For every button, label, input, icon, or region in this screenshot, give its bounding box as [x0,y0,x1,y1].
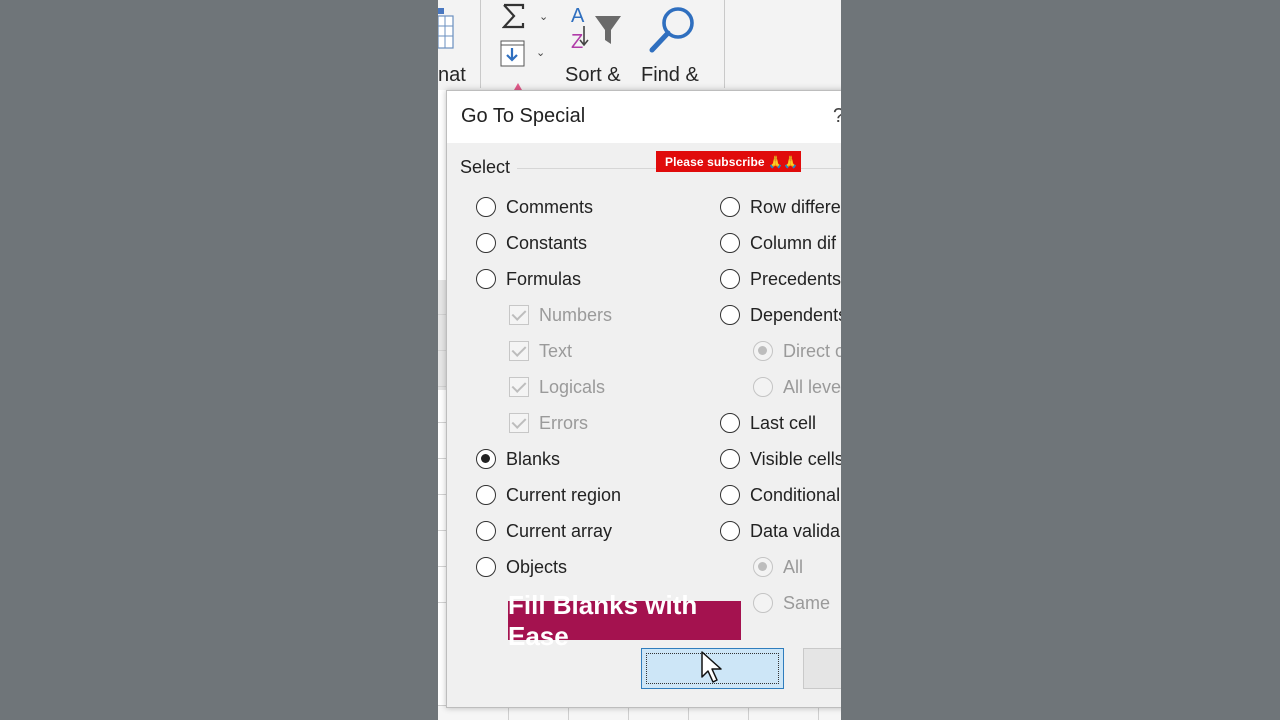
radio-current-region[interactable] [476,485,496,505]
checkbox-box [509,377,529,397]
help-button[interactable]: ? [833,105,841,128]
ribbon-separator [480,0,481,88]
cancel-button[interactable] [803,648,841,689]
checkbox-text: Text [509,338,572,364]
option-label: All leve [783,376,841,397]
fill-down-icon[interactable] [500,40,526,68]
radio-blanks[interactable] [476,449,496,469]
radio-conditional-formats[interactable] [720,485,740,505]
video-frame: nat ⌄ ⌄ A Z Sort & Find & Go To Special … [438,0,841,720]
option-objects[interactable]: Objects [476,554,567,580]
checkbox-box [509,413,529,433]
fill-dropdown-icon[interactable]: ⌄ [536,46,545,59]
autosum-dropdown-icon[interactable]: ⌄ [539,10,548,23]
radio-direct-only [753,341,773,361]
option-label: Logicals [539,376,606,397]
clear-eraser-icon[interactable] [510,80,526,90]
radio-comments[interactable] [476,197,496,217]
option-blanks[interactable]: Blanks [476,446,560,472]
option-label: Current region [506,484,622,505]
checkbox-numbers: Numbers [509,302,612,328]
svg-text:A: A [571,5,585,27]
option-label: Same [783,592,831,613]
checkbox-box [509,341,529,361]
option-row-differences[interactable]: Row differe [720,194,841,220]
subscribe-banner: Please subscribe 🙏🙏 [656,151,801,172]
ribbon: nat ⌄ ⌄ A Z Sort & Find & [438,0,841,90]
option-formulas[interactable]: Formulas [476,266,581,292]
option-validation-all: All [753,554,803,580]
ribbon-separator [724,0,725,88]
option-validation-same: Same [753,590,830,616]
radio-validation-same [753,593,773,613]
option-label: Row differe [750,196,841,217]
option-all-levels: All leve [753,374,841,400]
option-label: Current array [506,520,613,541]
option-label: Dependents [750,304,841,325]
option-label: Blanks [506,448,561,469]
option-label: Text [539,340,573,361]
option-label: Errors [539,412,588,433]
radio-precedents[interactable] [720,269,740,289]
radio-dependents[interactable] [720,305,740,325]
option-data-validation[interactable]: Data valida [720,518,840,544]
dialog-titlebar[interactable]: Go To Special ? [447,91,841,143]
option-label: Constants [506,232,588,253]
option-label: Column dif [750,232,837,253]
option-current-region[interactable]: Current region [476,482,621,508]
option-dependents[interactable]: Dependents [720,302,841,328]
autosum-icon[interactable] [502,3,526,29]
option-label: Numbers [539,304,613,325]
option-label: All [783,556,804,577]
option-comments[interactable]: Comments [476,194,593,220]
radio-validation-all [753,557,773,577]
radio-current-array[interactable] [476,521,496,541]
caption-banner: Fill Blanks with Ease [508,590,741,651]
radio-column-differences[interactable] [720,233,740,253]
option-conditional-formats[interactable]: Conditional [720,482,840,508]
format-label[interactable]: nat [438,64,466,87]
radio-row-differences[interactable] [720,197,740,217]
option-last-cell[interactable]: Last cell [720,410,816,436]
option-label: Conditional [750,484,841,505]
radio-objects[interactable] [476,557,496,577]
option-current-array[interactable]: Current array [476,518,612,544]
checkbox-box [509,305,529,325]
option-label: Data valida [750,520,841,541]
option-label: Objects [506,556,568,577]
option-label: Comments [506,196,594,217]
radio-constants[interactable] [476,233,496,253]
mouse-pointer-icon [701,651,722,683]
option-direct-only: Direct o [753,338,841,364]
option-label: Direct o [783,340,841,361]
option-label: Visible cells [750,448,841,469]
radio-all-levels [753,377,773,397]
select-group-label: Select [460,157,511,177]
find-magnifier-icon[interactable] [647,4,699,56]
option-label: Formulas [506,268,582,289]
checkbox-logicals: Logicals [509,374,605,400]
radio-formulas[interactable] [476,269,496,289]
radio-last-cell[interactable] [720,413,740,433]
option-column-differences[interactable]: Column dif [720,230,836,256]
radio-visible-cells[interactable] [720,449,740,469]
sort-filter-label[interactable]: Sort & [565,64,621,87]
checkbox-errors: Errors [509,410,588,436]
option-constants[interactable]: Constants [476,230,587,256]
option-visible-cells[interactable]: Visible cells [720,446,841,472]
sort-filter-icon[interactable]: A Z [569,4,625,54]
option-label: Precedents [750,268,841,289]
table-format-icon[interactable] [438,8,458,52]
find-select-label[interactable]: Find & [641,64,699,87]
option-label: Last cell [750,412,817,433]
radio-data-validation[interactable] [720,521,740,541]
option-precedents[interactable]: Precedents [720,266,841,292]
dialog-title: Go To Special [461,105,586,127]
